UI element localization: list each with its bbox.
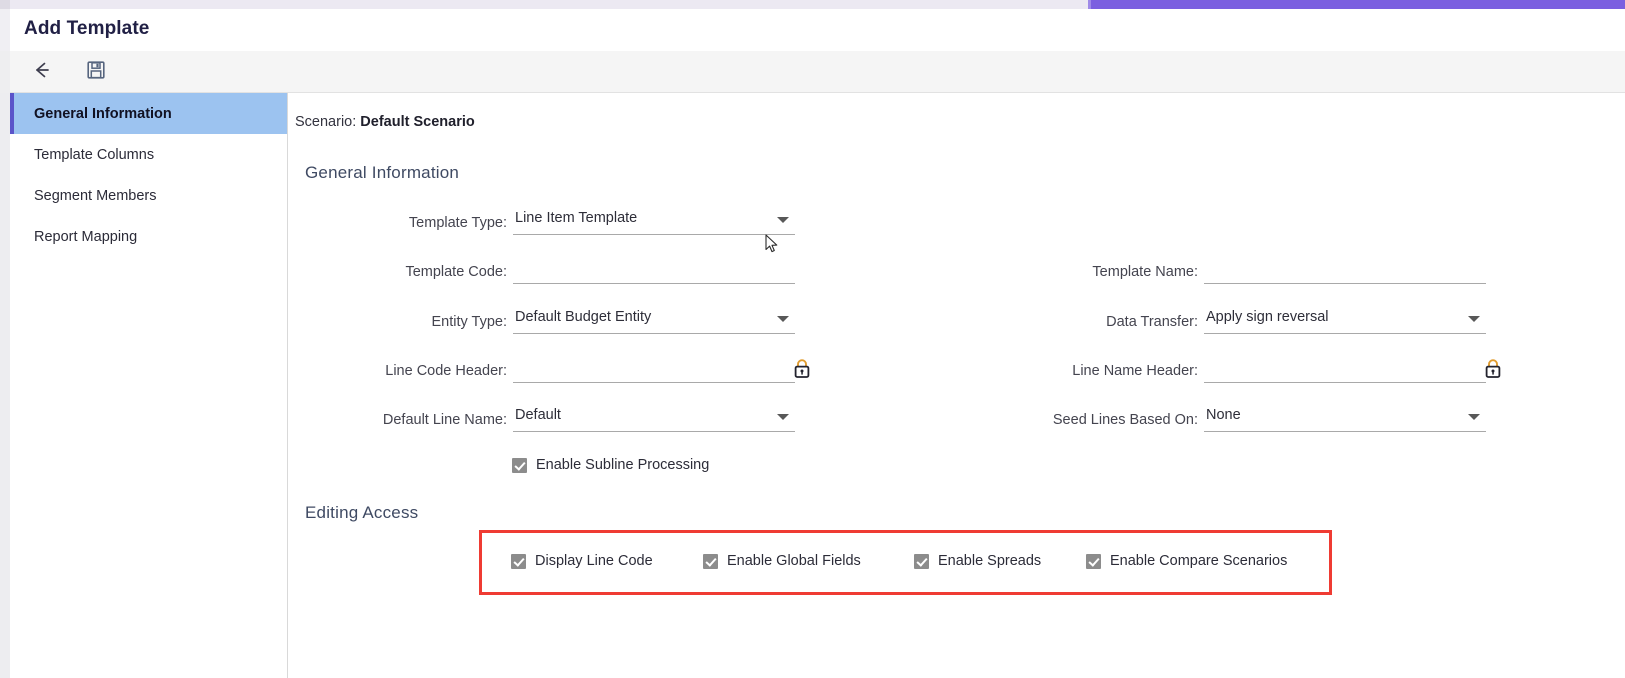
title-bar: Add Template (0, 9, 1625, 51)
seed-lines-based-on-dropdown[interactable]: None (1204, 406, 1486, 432)
section-title-editing-access: Editing Access (305, 503, 419, 522)
sidebar-item-template-columns[interactable]: Template Columns (10, 134, 287, 175)
checkbox-box[interactable] (914, 553, 929, 569)
left-rail (0, 93, 10, 678)
chevron-down-icon (777, 217, 789, 223)
checkbox-enable-compare-scenarios[interactable]: Enable Compare Scenarios (1086, 553, 1287, 569)
field-label: Entity Type: (431, 314, 508, 330)
checkbox-enable-spreads[interactable]: Enable Spreads (914, 553, 1041, 569)
checkbox-label: Enable Global Fields (727, 553, 861, 569)
sidebar-item-label: Segment Members (34, 187, 157, 204)
field-value: Default Budget Entity (515, 309, 652, 325)
line-code-header-input[interactable] (513, 357, 795, 383)
scenario-indicator: Scenario: Default Scenario (295, 114, 475, 130)
sidebar-item-label: Report Mapping (34, 228, 138, 245)
arrow-left-icon (30, 59, 52, 86)
template-name-input[interactable] (1204, 258, 1486, 284)
field-template-code: Template Code: (289, 258, 795, 284)
back-button[interactable] (24, 55, 58, 89)
template-type-dropdown[interactable]: Line Item Template (513, 209, 795, 235)
field-template-type: Template Type: Line Item Template (289, 209, 795, 235)
checkbox-label: Enable Compare Scenarios (1110, 553, 1288, 569)
field-value: Apply sign reversal (1206, 309, 1329, 325)
main-content: Scenario: Default Scenario General Infor… (289, 93, 1625, 678)
field-label: Template Code: (405, 264, 507, 280)
add-template-window: Add Template General Information Templat… (0, 0, 1625, 678)
checkbox-label: Display Line Code (535, 553, 653, 569)
toolbar (0, 51, 1625, 93)
sidebar-item-general-information[interactable]: General Information (10, 93, 287, 134)
field-value: Line Item Template (515, 210, 638, 226)
lock-icon (793, 358, 811, 379)
sidebar-item-report-mapping[interactable]: Report Mapping (10, 216, 287, 257)
template-code-input[interactable] (513, 258, 795, 284)
data-transfer-dropdown[interactable]: Apply sign reversal (1204, 308, 1486, 334)
line-name-header-input[interactable] (1204, 357, 1486, 383)
save-button[interactable] (79, 55, 113, 89)
lock-icon (1484, 358, 1502, 379)
checkbox-box[interactable] (512, 457, 527, 473)
checkbox-label: Enable Subline Processing (536, 457, 710, 473)
checkbox-enable-subline-processing[interactable]: Enable Subline Processing (512, 457, 709, 473)
sidebar-nav: General Information Template Columns Seg… (10, 93, 288, 678)
field-label: Default Line Name: (382, 412, 507, 428)
toolbar-edge (0, 51, 10, 93)
checkbox-enable-global-fields[interactable]: Enable Global Fields (703, 553, 861, 569)
section-title-general-information: General Information (305, 163, 460, 182)
checkbox-label: Enable Spreads (938, 553, 1042, 569)
field-label: Template Name: (1092, 264, 1198, 280)
checkbox-box[interactable] (511, 553, 526, 569)
field-template-name: Template Name: (998, 258, 1486, 284)
field-data-transfer: Data Transfer: Apply sign reversal (998, 308, 1486, 334)
sidebar-item-label: General Information (34, 105, 172, 122)
checkbox-display-line-code[interactable]: Display Line Code (511, 553, 653, 569)
scenario-label: Scenario: (295, 114, 357, 130)
chevron-down-icon (777, 316, 789, 322)
field-value: None (1206, 407, 1241, 423)
field-line-name-header: Line Name Header: (998, 357, 1501, 383)
chevron-down-icon (1468, 316, 1480, 322)
floppy-disk-save-icon (85, 59, 107, 86)
default-line-name-dropdown[interactable]: Default (513, 406, 795, 432)
field-value: Default (515, 407, 561, 423)
window-accent-bar (1088, 0, 1625, 9)
field-entity-type: Entity Type: Default Budget Entity (289, 308, 795, 334)
checkbox-box[interactable] (703, 553, 718, 569)
field-label: Data Transfer: (1106, 314, 1198, 330)
field-seed-lines-based-on: Seed Lines Based On: None (998, 406, 1486, 432)
field-label: Template Type: (408, 215, 507, 231)
scenario-value: Default Scenario (360, 114, 475, 130)
field-label: Line Code Header: (385, 363, 507, 379)
entity-type-dropdown[interactable]: Default Budget Entity (513, 308, 795, 334)
chevron-down-icon (777, 414, 789, 420)
sidebar-item-segment-members[interactable]: Segment Members (10, 175, 287, 216)
field-label: Line Name Header: (1072, 363, 1198, 379)
sidebar-item-label: Template Columns (34, 146, 155, 163)
field-label: Seed Lines Based On: (1052, 412, 1198, 428)
title-bar-edge (0, 9, 10, 51)
field-default-line-name: Default Line Name: Default (289, 406, 795, 432)
checkbox-box[interactable] (1086, 553, 1101, 569)
field-line-code-header: Line Code Header: (289, 357, 810, 383)
page-title: Add Template (24, 18, 150, 39)
chevron-down-icon (1468, 414, 1480, 420)
window-top-strip (0, 0, 1090, 9)
